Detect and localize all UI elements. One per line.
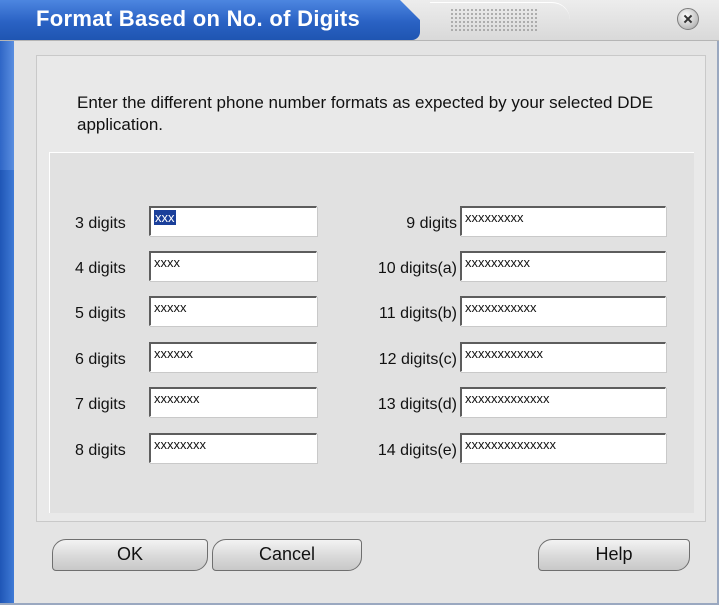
format-field-10-digits-a[interactable]: xxxxxxxxxx (460, 251, 666, 281)
digits-format-panel: 3 digits xxx 4 digits xxxx 5 digits xxxx… (49, 152, 694, 513)
format-field-6-digits[interactable]: xxxxxx (149, 342, 317, 372)
format-field-12-digits-c[interactable]: xxxxxxxxxxxx (460, 342, 666, 372)
window-title: Format Based on No. of Digits (36, 6, 361, 31)
format-field-11-digits-b[interactable]: xxxxxxxxxxx (460, 296, 666, 326)
dialog-window: Format Based on No. of Digits Enter the … (0, 0, 719, 605)
selected-value: xxx (154, 210, 176, 225)
label-12-digits-c: 12 digits(c) (378, 351, 457, 368)
format-field-7-digits[interactable]: xxxxxxx (149, 387, 317, 417)
close-icon[interactable] (677, 8, 699, 30)
format-field-5-digits[interactable]: xxxxx (149, 296, 317, 326)
label-13-digits-d: 13 digits(d) (377, 396, 457, 413)
ok-button[interactable]: OK (52, 539, 208, 571)
instructions-text: Enter the different phone number formats… (77, 93, 654, 134)
format-field-3-digits[interactable]: xxx (149, 206, 317, 236)
format-field-8-digits[interactable]: xxxxxxxx (149, 433, 317, 463)
label-3-digits: 3 digits (75, 215, 126, 232)
label-10-digits-a: 10 digits(a) (377, 260, 457, 277)
dialog-content: Enter the different phone number formats… (36, 55, 706, 522)
label-5-digits: 5 digits (75, 305, 126, 322)
window-left-edge-lower (0, 170, 14, 603)
label-11-digits-b: 11 digits(b) (379, 305, 457, 322)
label-8-digits: 8 digits (75, 442, 126, 459)
label-4-digits: 4 digits (75, 260, 126, 277)
title-bar[interactable]: Format Based on No. of Digits (0, 0, 719, 41)
label-14-digits-e: 14 digits(e) (377, 442, 457, 459)
label-6-digits: 6 digits (75, 351, 126, 368)
label-7-digits: 7 digits (75, 396, 126, 413)
format-field-13-digits-d[interactable]: xxxxxxxxxxxxx (460, 387, 666, 417)
drag-grip-icon[interactable] (450, 8, 538, 32)
format-field-4-digits[interactable]: xxxx (149, 251, 317, 281)
help-button[interactable]: Help (538, 539, 690, 571)
format-field-14-digits-e[interactable]: xxxxxxxxxxxxxx (460, 433, 666, 463)
format-field-9-digits[interactable]: xxxxxxxxx (460, 206, 666, 236)
label-9-digits: 9 digits (406, 215, 457, 232)
cancel-button[interactable]: Cancel (212, 539, 362, 571)
